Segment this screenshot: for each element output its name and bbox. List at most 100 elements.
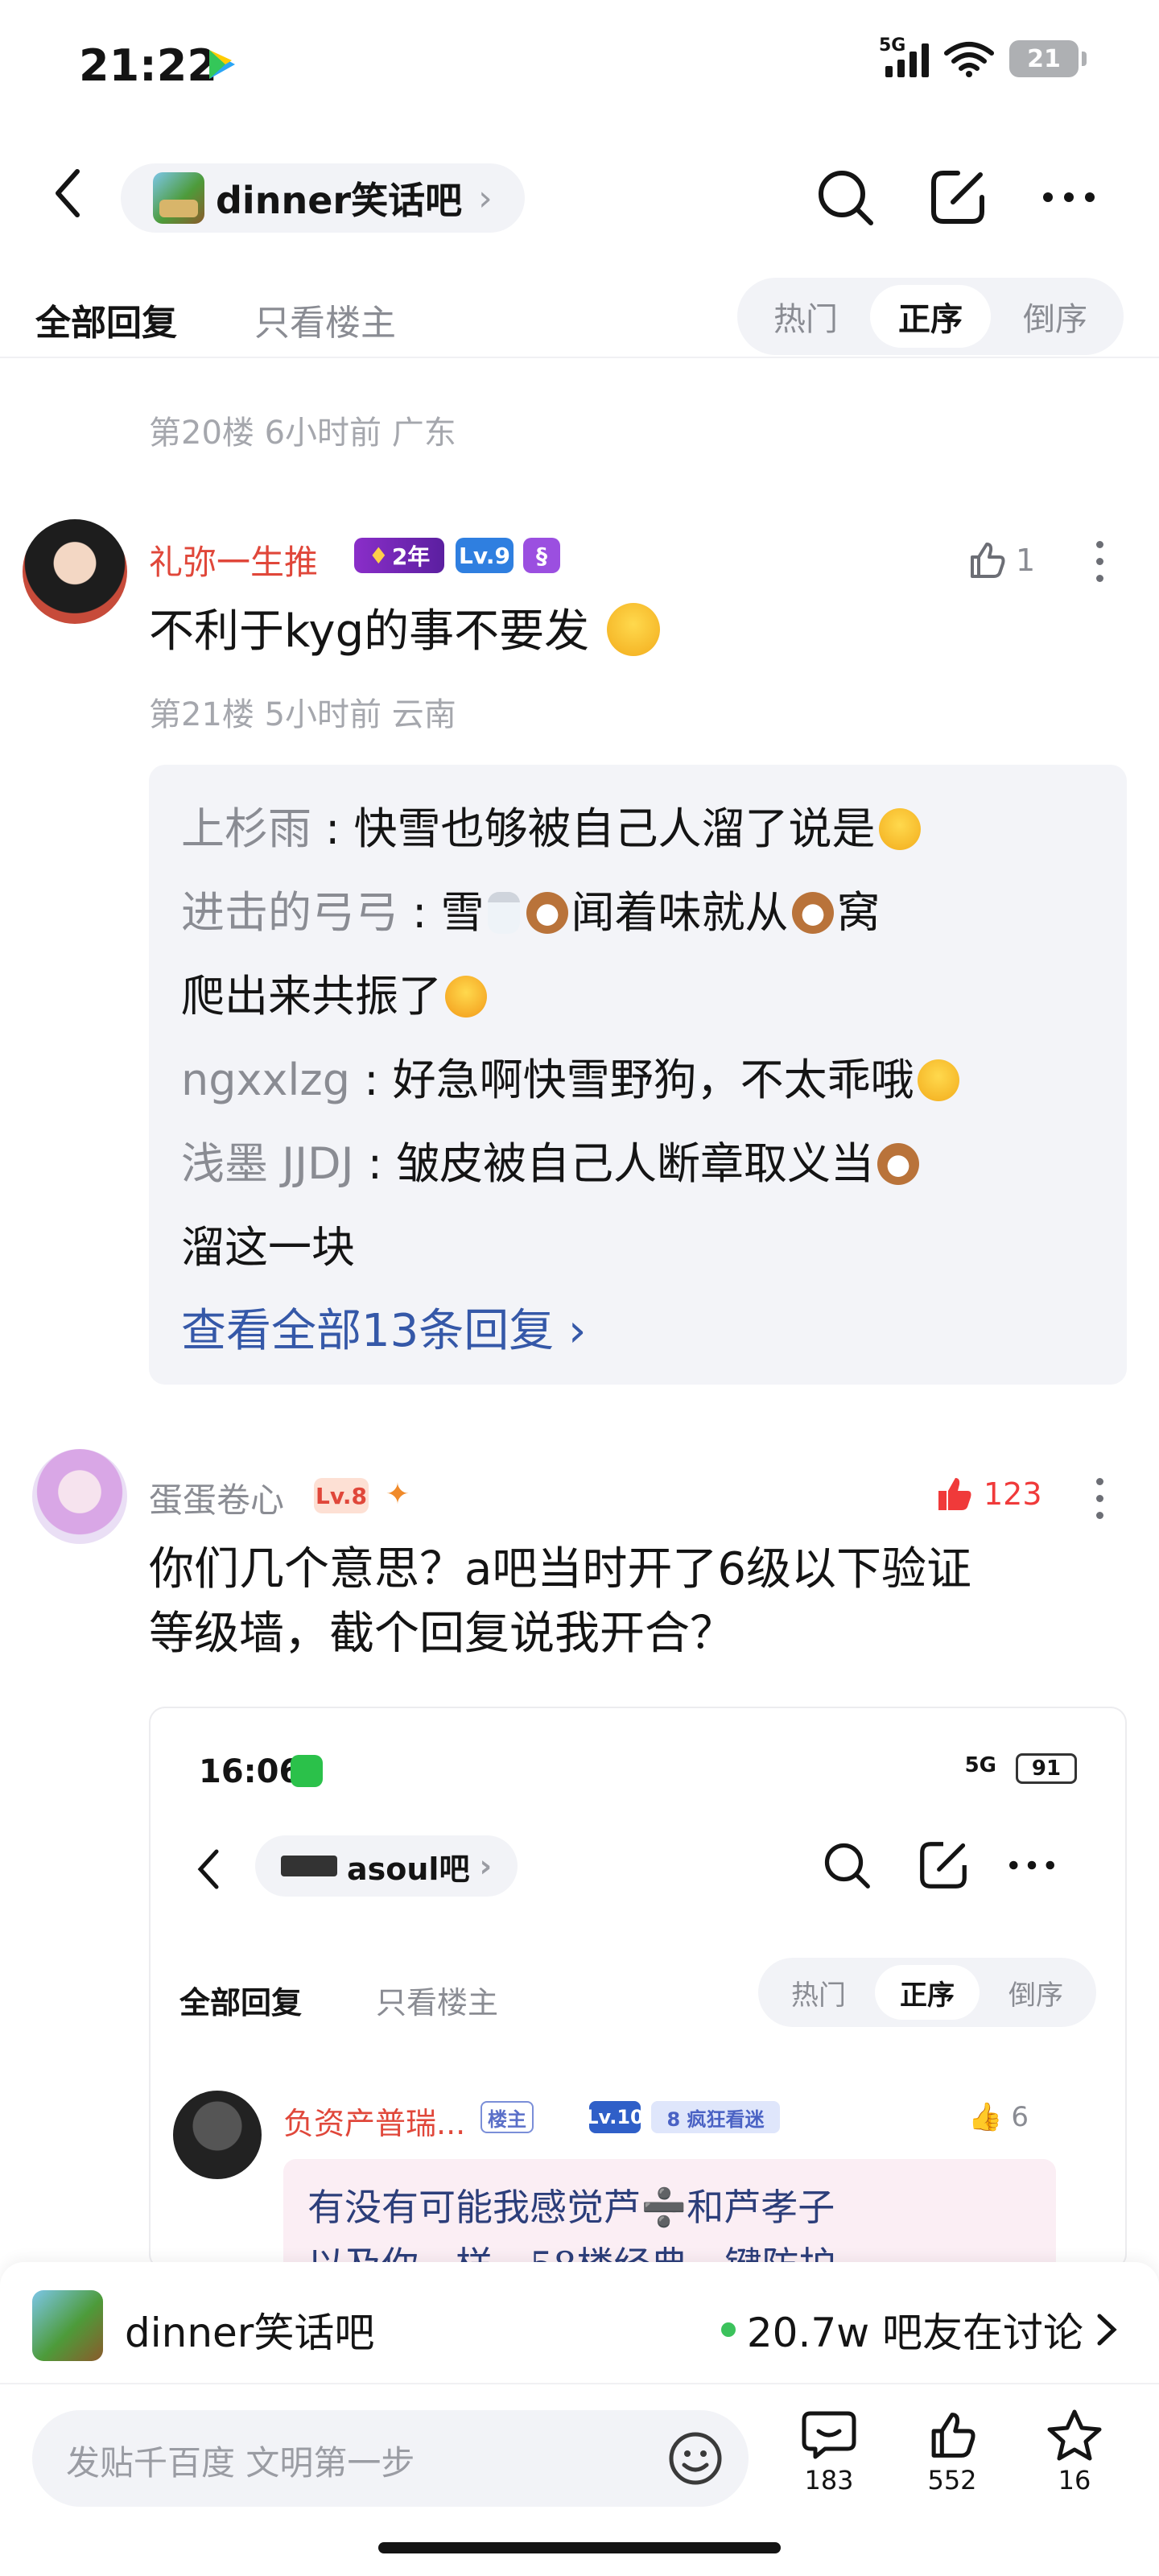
reply-item: 上杉雨 : 快雪也够被自己人溜了说是 xyxy=(181,787,1095,871)
embed-status-time: 16:06 xyxy=(199,1753,302,1790)
dog-emoji-icon xyxy=(877,1143,920,1185)
compose-input[interactable]: 发贴千百度 文明第一步 xyxy=(32,2410,749,2507)
user-avatar[interactable] xyxy=(32,1449,127,1544)
embed-battery-icon: 91 xyxy=(1016,1753,1077,1784)
comment-button[interactable]: 183 xyxy=(785,2409,873,2496)
forum-avatar xyxy=(32,2290,103,2361)
back-icon[interactable] xyxy=(45,165,93,221)
embed-forum-chip: asoul吧 › xyxy=(255,1835,518,1897)
play-store-icon xyxy=(209,50,235,79)
edit-icon[interactable] xyxy=(926,165,990,229)
more-vertical-icon[interactable] xyxy=(1096,541,1106,582)
like-count: 123 xyxy=(984,1476,1042,1512)
forum-name: dinner笑话吧 xyxy=(216,179,463,222)
forum-chip[interactable]: dinner笑话吧 › xyxy=(121,163,525,233)
embed-like-count: 👍 6 xyxy=(968,2101,1029,2133)
reply-item: ngxxlzg : 好急啊快雪野狗，不太乖哦 xyxy=(181,1038,1095,1122)
embed-sort-segment: 热门 正序 倒序 xyxy=(758,1958,1096,2027)
sort-segment: 热门 正序 倒序 xyxy=(737,278,1124,355)
embed-quote: 有没有可能我感觉芦➗和芦孝子 以及你一样，58楼经典一键防护 xyxy=(283,2159,1056,2268)
forum-entry-bar[interactable]: dinner笑话吧 20.7w 吧友在讨论 xyxy=(0,2262,1159,2383)
embed-signal: 5G xyxy=(964,1753,996,1777)
chevron-right-icon: › xyxy=(478,177,493,219)
reply-item: 浅墨 JJDJ : 皱皮被自己人断章取义当 xyxy=(181,1122,1095,1206)
thumb-up-filled-icon xyxy=(938,1478,971,1510)
user-avatar[interactable] xyxy=(23,519,127,624)
reply-tabs: 全部回复 只看楼主 热门 正序 倒序 xyxy=(0,278,1159,358)
yum-emoji-icon xyxy=(445,976,487,1018)
status-time: 21:22 xyxy=(79,40,217,91)
forum-discuss: 20.7w 吧友在讨论 xyxy=(720,2301,1119,2359)
reply-author[interactable]: 浅墨 JJDJ xyxy=(181,1138,354,1189)
like-button[interactable]: 1 xyxy=(966,539,1035,581)
asoul-logo xyxy=(281,1856,337,1876)
reply-preview-box[interactable]: 上杉雨 : 快雪也够被自己人溜了说是 进击的弓弓 : 雪闻着味就从窝 爬出来共振… xyxy=(149,765,1127,1385)
thumb-up-icon xyxy=(931,2413,975,2458)
search-icon[interactable] xyxy=(813,165,877,229)
sort-asc[interactable]: 正序 xyxy=(870,285,991,348)
embed-back-icon xyxy=(197,1849,219,1889)
thumb-up-icon xyxy=(971,543,1005,578)
username[interactable]: 蛋蛋卷心 xyxy=(149,1473,284,1522)
embed-edit-icon xyxy=(920,1842,967,1889)
embed-owner-badge: 楼主 xyxy=(481,2101,534,2133)
like-post-button[interactable]: 552 xyxy=(908,2409,996,2496)
username[interactable]: 礼弥一生推 xyxy=(149,535,318,584)
post-text: 你们几个意思？a吧当时开了6级以下验证 等级墙，截个回复说我开合？ xyxy=(149,1543,971,1660)
more-vertical-icon[interactable] xyxy=(1096,1478,1106,1519)
comment-count: 183 xyxy=(804,2465,854,2496)
favorite-button[interactable]: 16 xyxy=(1030,2409,1119,2496)
compose-placeholder: 发贴千百度 文明第一步 xyxy=(66,2443,415,2483)
sort-hot[interactable]: 热门 xyxy=(745,285,866,348)
tab-owner-only[interactable]: 只看楼主 xyxy=(254,294,396,345)
wechat-icon xyxy=(291,1755,323,1787)
favorite-count: 16 xyxy=(1058,2465,1091,2496)
smile-emoji-icon xyxy=(606,603,660,656)
chevron-right-icon xyxy=(1097,2314,1117,2346)
forum-name: dinner笑话吧 xyxy=(125,2310,375,2356)
prev-floor-meta: 第20楼 6小时前 广东 xyxy=(149,415,456,452)
vip-badge-icon: § xyxy=(523,538,560,573)
dog-emoji-icon xyxy=(526,892,568,934)
tab-all-replies[interactable]: 全部回复 xyxy=(35,294,177,345)
cell-signal-icon: 5G xyxy=(879,35,929,77)
reply-author[interactable]: 进击的弓弓 xyxy=(181,887,398,938)
years-badge: ♦ 2年 xyxy=(354,538,444,573)
embed-level-badge: Lv.10 xyxy=(586,2101,644,2133)
star-icon xyxy=(1047,2409,1102,2461)
post-image-screenshot[interactable]: 16:06 5G 91 asoul吧 › 全部回复 只看楼主 热门 正序 倒序 负… xyxy=(149,1707,1127,2270)
reply-item: 进击的弓弓 : 雪闻着味就从窝 xyxy=(181,887,881,938)
dog-emoji-icon xyxy=(791,892,834,934)
status-bar: 21:22 5G 21 xyxy=(0,0,1159,129)
forum-avatar xyxy=(153,172,204,224)
reply-item-continued: 溜这一块 xyxy=(181,1222,355,1273)
wifi-icon xyxy=(944,42,994,77)
reply-author[interactable]: 上杉雨 xyxy=(181,803,311,854)
reply-item-continued: 爬出来共振了 xyxy=(181,955,1095,1038)
post-text: 不利于kyg的事不要发 xyxy=(149,600,663,664)
gamepad-badge-icon: ✦ xyxy=(385,1477,410,1511)
status-indicators: 5G 21 xyxy=(879,35,1087,77)
emoji-icon[interactable] xyxy=(666,2429,724,2487)
laugh-emoji-icon xyxy=(917,1059,959,1101)
top-nav: dinner笑话吧 › xyxy=(0,149,1159,237)
like-button[interactable]: 123 xyxy=(934,1473,1042,1515)
embed-username: 负资产普瑞... xyxy=(283,2106,466,2141)
embed-tab-all: 全部回复 xyxy=(179,1985,303,2021)
sort-desc[interactable]: 倒序 xyxy=(995,285,1116,348)
level-badge: Lv.9 xyxy=(456,538,514,573)
embed-tab-owner: 只看楼主 xyxy=(376,1985,499,2021)
embed-fan-badge: 8 疯狂看迷 xyxy=(651,2101,780,2133)
reply-author[interactable]: ngxxlzg xyxy=(181,1055,350,1105)
embed-more-icon xyxy=(1009,1860,1054,1870)
view-all-replies-link[interactable]: 查看全部13条回复 › xyxy=(181,1290,1095,1373)
home-indicator[interactable] xyxy=(378,2542,781,2553)
embed-user-avatar xyxy=(173,2091,262,2179)
embed-search-icon xyxy=(824,1843,870,1889)
post-meta: 第21楼 5小时前 云南 xyxy=(149,696,456,733)
online-dot-icon xyxy=(720,2322,736,2337)
more-icon[interactable] xyxy=(1037,165,1101,229)
like-count: 552 xyxy=(927,2465,977,2496)
salt-emoji-icon xyxy=(487,892,520,934)
level-badge: Lv.8 xyxy=(314,1478,369,1513)
